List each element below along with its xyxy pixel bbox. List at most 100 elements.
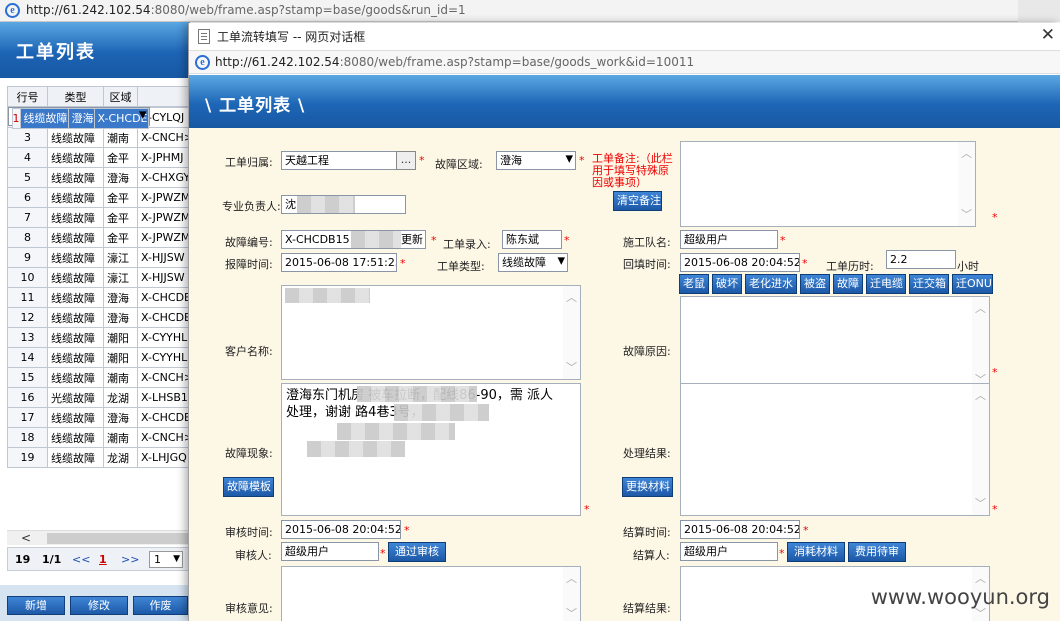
redaction-mask (285, 288, 370, 303)
next-page-link[interactable]: >> (121, 553, 139, 566)
current-page-link[interactable]: 1 (99, 553, 107, 566)
duration-unit: 小时 (957, 260, 979, 273)
area-cell: 潮南 (103, 427, 138, 448)
auditor-field[interactable]: 超级用户 (281, 542, 379, 561)
background-address-bar[interactable]: e http://61.242.102.54:8080/web/frame.as… (0, 0, 1020, 22)
cause-aging-button[interactable]: 老化进水 (745, 274, 797, 294)
result-textarea[interactable] (680, 383, 990, 516)
fee-pending-button[interactable]: 费用待审 (848, 542, 906, 562)
table-row[interactable]: 12 线缆故障 澄海 X-CHCDE (7, 307, 195, 328)
table-row[interactable]: 9 线缆故障 濠江 X-HJJSW (7, 247, 195, 268)
table-row[interactable]: 10 线缆故障 濠江 X-HJJSW (7, 267, 195, 288)
owner-label: 工单归属: (225, 156, 273, 169)
type-cell: 线缆故障 (47, 167, 104, 188)
table-row[interactable]: 13 线缆故障 潮阳 X-CYYHL (7, 327, 195, 348)
audit-opinion-textarea[interactable] (281, 566, 581, 621)
table-row[interactable]: 8 线缆故障 金平 X-JPWZM (7, 227, 195, 248)
background-banner: 工单列表 (0, 22, 190, 78)
area-cell: 潮南 (103, 367, 138, 388)
scrollbar[interactable] (563, 567, 580, 621)
cause-move-onu-button[interactable]: 迁ONU (952, 274, 993, 294)
table-row[interactable]: 14 线缆故障 潮阳 X-CYYHL (7, 347, 195, 368)
scrollbar[interactable] (972, 297, 989, 391)
table-header-row: 行号 类型 区域 (7, 86, 195, 107)
dialog-address-bar[interactable]: e http://61.242.102.54:8080/web/frame.as… (189, 50, 1060, 74)
owner-field[interactable]: 天越工程 (281, 151, 397, 170)
edit-button[interactable]: 修改 (70, 596, 128, 615)
dialog-url: http://61.242.102.54:8080/web/frame.asp?… (215, 55, 695, 69)
prev-page-link[interactable]: << (72, 553, 90, 566)
entry-field[interactable]: 陈东斌 (502, 230, 562, 249)
column-header-type[interactable]: 类型 (47, 86, 104, 107)
add-button[interactable]: 新增 (7, 596, 65, 615)
fill-time-label: 回填时间: (623, 258, 671, 271)
clear-remark-button[interactable]: 清空备注 (613, 191, 662, 211)
required-mark: * (404, 524, 410, 537)
scroll-left-icon[interactable]: < (21, 531, 31, 545)
area-cell: 潮南 (103, 127, 138, 148)
table-row[interactable]: 18 线缆故障 潮南 X-CNCH> (7, 427, 195, 448)
table-row[interactable]: 19 线缆故障 龙湖 X-LHJGQ (7, 447, 195, 468)
area-select[interactable]: 澄海 (496, 150, 576, 170)
cause-mouse-button[interactable]: 老鼠 (679, 274, 709, 294)
audit-time-field[interactable]: 2015-06-08 20:04:52 (281, 520, 401, 539)
symptom-template-button[interactable]: 故障模板 (223, 477, 274, 497)
code-cell: X-CYYHL (136, 327, 195, 348)
remark-textarea[interactable] (680, 141, 976, 227)
row-number: 15 (7, 367, 48, 388)
table-row[interactable]: 3 线缆故障 潮南 X-CNCH> (7, 127, 195, 148)
void-button[interactable]: 作废 (133, 596, 188, 615)
column-header-code[interactable] (136, 86, 195, 107)
dialog-header: \ 工单列表 \ (189, 75, 1060, 128)
dialog-titlebar[interactable]: 工单流转填写 -- 网页对话框 ✕ (189, 23, 1060, 50)
entry-label: 工单录入: (443, 238, 491, 251)
table-row[interactable]: 17 线缆故障 澄海 X-CHCDE (7, 407, 195, 428)
table-horizontal-scrollbar[interactable]: < (7, 530, 190, 545)
settle-time-field[interactable]: 2015-06-08 20:04:52 (680, 520, 800, 539)
table-row[interactable]: 4 线缆故障 金平 X-JPHMJ (7, 147, 195, 168)
table-row[interactable]: 7 线缆故障 金平 X-JPWZM (7, 207, 195, 228)
type-select[interactable]: 线缆故障 (498, 252, 568, 272)
row-number: 7 (7, 207, 48, 228)
close-icon[interactable]: ✕ (1041, 25, 1055, 45)
scrollbar[interactable] (958, 142, 975, 226)
duration-field[interactable]: 2.2 (886, 250, 956, 269)
cause-fault-button[interactable]: 故障 (833, 274, 863, 294)
table-row[interactable]: 1 线缆故障 澄海 X-CHCDE (7, 106, 150, 129)
table-row[interactable]: 16 光缆故障 龙湖 X-LHSB1 (7, 387, 195, 408)
cause-textarea[interactable] (680, 296, 990, 392)
table-row[interactable]: 6 线缆故障 金平 X-JPWZM (7, 187, 195, 208)
settler-field[interactable]: 超级用户 (680, 542, 778, 561)
table-row[interactable]: 11 线缆故障 澄海 X-CHCDE (7, 287, 195, 308)
report-time-field[interactable]: 2015-06-08 17:51:25 (281, 253, 397, 272)
report-time-label: 报障时间: (225, 258, 273, 271)
scrollbar[interactable] (972, 384, 989, 515)
column-header-area[interactable]: 区域 (103, 86, 138, 107)
scrollbar-thumb[interactable] (47, 533, 190, 544)
team-field[interactable]: 超级用户 (680, 230, 778, 249)
row-number: 4 (7, 147, 48, 168)
cause-move-box-button[interactable]: 迁交箱 (909, 274, 949, 294)
row-number: 17 (7, 407, 48, 428)
replace-material-button[interactable]: 更换材料 (622, 477, 673, 497)
scrollbar[interactable] (563, 286, 580, 379)
required-mark: * (431, 234, 437, 247)
refresh-link[interactable]: 更新 (401, 231, 423, 248)
area-cell: 金平 (103, 147, 138, 168)
column-header-row-no[interactable]: 行号 (7, 86, 48, 107)
approve-audit-button[interactable]: 通过审核 (388, 542, 446, 562)
dialog-heading: \ 工单列表 \ (205, 96, 306, 116)
table-row[interactable]: 15 线缆故障 潮南 X-CNCH> (7, 367, 195, 388)
cause-damage-button[interactable]: 破坏 (712, 274, 742, 294)
owner-picker-button[interactable]: ... (396, 151, 416, 170)
audit-time-label: 审核时间: (225, 526, 273, 539)
page-select[interactable]: 1 (149, 551, 183, 568)
cause-move-cable-button[interactable]: 迁电缆 (866, 274, 906, 294)
row-number: 18 (7, 427, 48, 448)
consume-material-button[interactable]: 消耗材料 (787, 542, 845, 562)
type-cell: 线缆故障 (47, 287, 104, 308)
fill-time-field[interactable]: 2015-06-08 20:04:52 (680, 253, 800, 272)
symptom-label: 故障现象: (225, 447, 273, 460)
table-row[interactable]: 5 线缆故障 澄海 X-CHXGY (7, 167, 195, 188)
cause-theft-button[interactable]: 被盗 (800, 274, 830, 294)
